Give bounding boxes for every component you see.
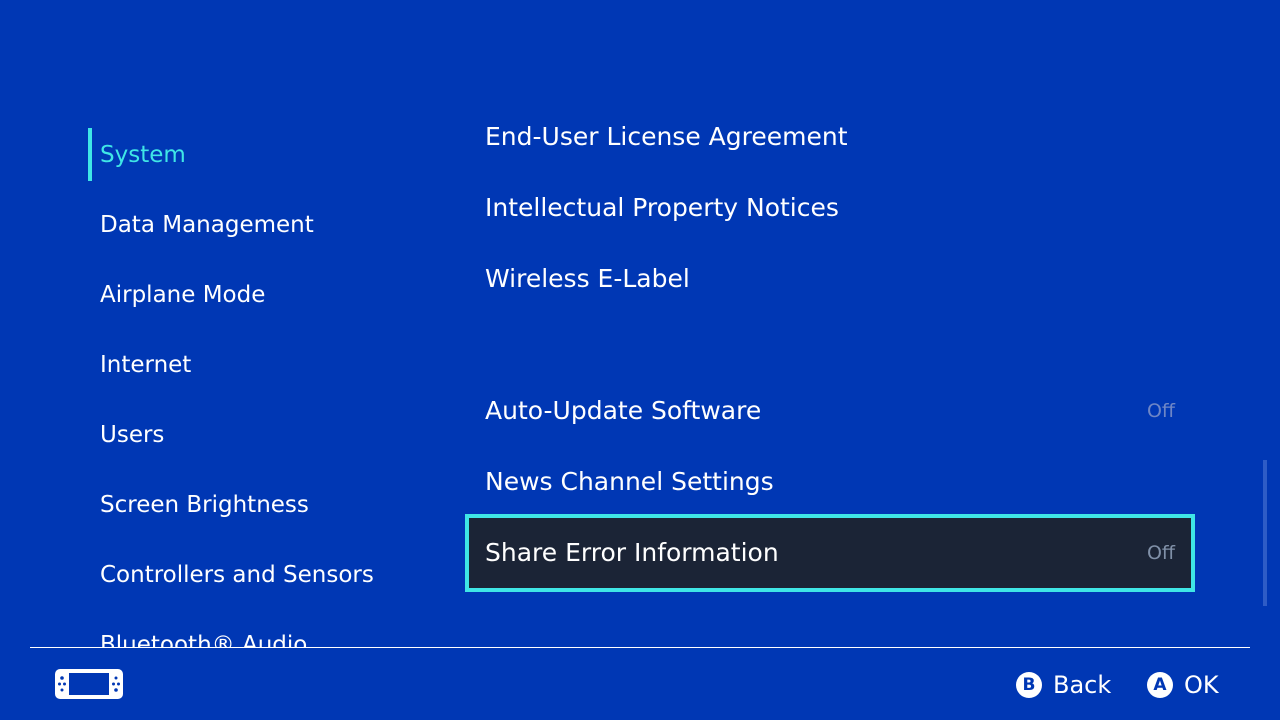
sidebar-item-controllers-and-sensors[interactable]: Controllers and Sensors xyxy=(100,555,374,595)
settings-sidebar: System Data Management Airplane Mode Int… xyxy=(0,0,440,648)
row-label: Wireless E-Label xyxy=(485,264,690,293)
back-button[interactable]: B Back xyxy=(1016,665,1111,705)
row-share-error-information[interactable]: Share Error Information Off xyxy=(465,514,1195,592)
sidebar-item-airplane-mode[interactable]: Airplane Mode xyxy=(100,275,265,315)
row-label: Intellectual Property Notices xyxy=(485,193,839,222)
sidebar-item-bluetooth-audio[interactable]: Bluetooth® Audio xyxy=(100,625,307,648)
row-wireless-e-label[interactable]: Wireless E-Label xyxy=(465,243,1195,315)
a-button-icon: A xyxy=(1147,672,1173,698)
ok-button[interactable]: A OK xyxy=(1147,665,1219,705)
row-label: End-User License Agreement xyxy=(485,122,848,151)
console-icon xyxy=(55,669,123,699)
sidebar-item-screen-brightness[interactable]: Screen Brightness xyxy=(100,485,309,525)
footer-divider xyxy=(30,647,1250,648)
row-auto-update-software[interactable]: Auto-Update Software Off xyxy=(465,375,1195,447)
sidebar-item-internet[interactable]: Internet xyxy=(100,345,191,385)
ok-label: OK xyxy=(1184,671,1219,699)
row-value: Off xyxy=(1146,400,1175,422)
sidebar-item-system[interactable]: System xyxy=(100,135,186,175)
row-end-user-license-agreement[interactable]: End-User License Agreement xyxy=(465,101,1195,173)
settings-panel: End-User License Agreement Intellectual … xyxy=(440,0,1280,648)
row-label: Share Error Information xyxy=(485,538,779,567)
sidebar-item-users[interactable]: Users xyxy=(100,415,164,455)
scrollbar[interactable] xyxy=(1263,460,1267,606)
settings-screen: System Data Management Airplane Mode Int… xyxy=(0,0,1280,720)
row-value: Off xyxy=(1146,542,1175,564)
active-indicator xyxy=(88,128,92,181)
row-intellectual-property-notices[interactable]: Intellectual Property Notices xyxy=(465,172,1195,244)
b-button-icon: B xyxy=(1016,672,1042,698)
sidebar-item-data-management[interactable]: Data Management xyxy=(100,205,314,245)
back-label: Back xyxy=(1053,671,1112,699)
row-label: Auto-Update Software xyxy=(485,396,762,425)
row-news-channel-settings[interactable]: News Channel Settings xyxy=(465,446,1195,518)
row-label: News Channel Settings xyxy=(485,467,774,496)
